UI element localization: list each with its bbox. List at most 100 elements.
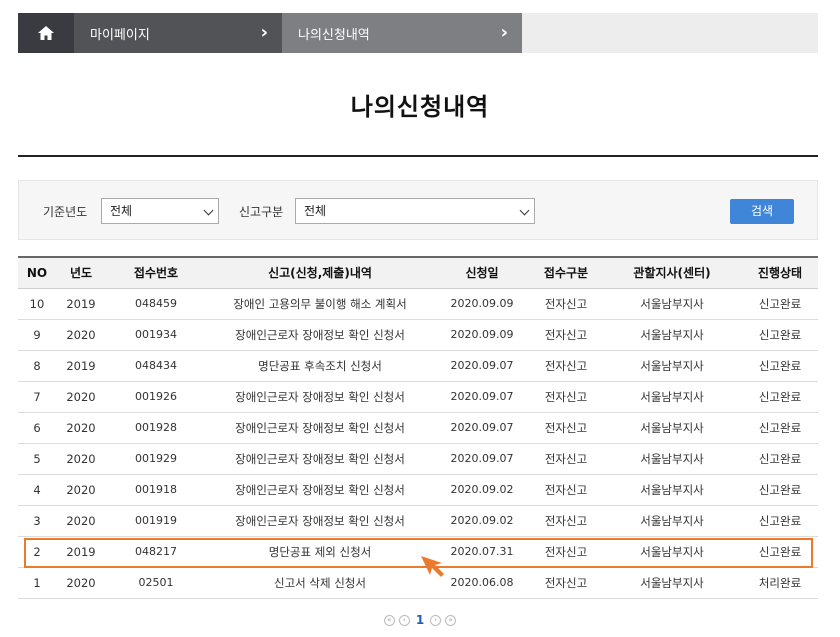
cell-year: 2019	[56, 288, 106, 320]
cell-apply-date: 2020.09.07	[434, 381, 530, 413]
cell-receipt-type: 전자신고	[530, 536, 602, 568]
cell-description[interactable]: 장애인근로자 장애정보 확인 신청서	[206, 381, 434, 413]
applications-table: NO 년도 접수번호 신고(신청,제출)내역 신청일 접수구분 관할지사(센터)…	[18, 256, 818, 599]
column-header-apply-date: 신청일	[434, 257, 530, 289]
table-row[interactable]: 7 2020 001926 장애인근로자 장애정보 확인 신청서 2020.09.07 전…	[18, 381, 818, 413]
page-title: 나의신청내역	[350, 93, 490, 121]
report-type-label: 신고구분	[239, 205, 284, 219]
pointer-arrow-icon	[421, 556, 444, 577]
cell-description[interactable]: 장애인근로자 장애정보 확인 신청서	[206, 505, 434, 537]
cell-description[interactable]: 장애인근로자 장애정보 확인 신청서	[206, 443, 434, 475]
breadcrumb-item-mypage[interactable]: 마이페이지 ›	[74, 13, 282, 53]
cell-receipt-type: 전자신고	[530, 350, 602, 382]
report-type-select[interactable]: 전체	[295, 198, 535, 224]
home-icon	[38, 26, 54, 40]
cell-no: 1	[18, 567, 56, 599]
cell-receipt-type: 전자신고	[530, 474, 602, 506]
cell-receipt-no: 048459	[106, 288, 206, 320]
cell-apply-date: 2020.09.07	[434, 443, 530, 475]
last-page-icon[interactable]: »	[445, 614, 457, 626]
table-row[interactable]: 3 2020 001919 장애인근로자 장애정보 확인 신청서 2020.09.02 전…	[18, 505, 818, 537]
cell-receipt-no: 001919	[106, 505, 206, 537]
cell-status: 신고완료	[742, 350, 818, 382]
cell-year: 2020	[56, 412, 106, 444]
cell-description[interactable]: 신고서 삭제 신청서	[206, 567, 434, 599]
cell-year: 2020	[56, 443, 106, 475]
cell-branch: 서울남부지사	[602, 443, 742, 475]
cell-branch: 서울남부지사	[602, 319, 742, 351]
breadcrumb: 마이페이지 › 나의신청내역 ›	[18, 13, 818, 53]
cell-branch: 서울남부지사	[602, 412, 742, 444]
table-row[interactable]: 8 2019 048434 명단공표 후속조치 신청서 2020.09.07 전자신고 서울…	[18, 350, 818, 382]
column-header-no: NO	[18, 257, 56, 289]
cell-receipt-type: 전자신고	[530, 288, 602, 320]
report-type-select-value: 전체	[304, 204, 327, 218]
cell-status: 신고완료	[742, 536, 818, 568]
cell-no: 3	[18, 505, 56, 537]
cell-branch: 서울남부지사	[602, 288, 742, 320]
year-select[interactable]: 전체	[101, 198, 219, 224]
table-row[interactable]: 10 2019 048459 장애인 고용의무 불이행 해소 계획서 2020.09.0…	[18, 288, 818, 320]
cell-apply-date: 2020.09.02	[434, 505, 530, 537]
cell-status: 신고완료	[742, 474, 818, 506]
cell-branch: 서울남부지사	[602, 474, 742, 506]
breadcrumb-home[interactable]	[18, 13, 74, 53]
search-button[interactable]: 검색	[730, 199, 794, 224]
cell-receipt-type: 전자신고	[530, 381, 602, 413]
cell-description[interactable]: 장애인근로자 장애정보 확인 신청서	[206, 319, 434, 351]
cell-branch: 서울남부지사	[602, 350, 742, 382]
cell-receipt-type: 전자신고	[530, 567, 602, 599]
cell-branch: 서울남부지사	[602, 536, 742, 568]
cell-receipt-type: 전자신고	[530, 505, 602, 537]
cell-status: 신고완료	[742, 412, 818, 444]
year-select-value: 전체	[110, 204, 133, 218]
cell-no: 7	[18, 381, 56, 413]
column-header-branch: 관할지사(센터)	[602, 257, 742, 289]
cell-status: 신고완료	[742, 443, 818, 475]
cell-description[interactable]: 장애인 고용의무 불이행 해소 계획서	[206, 288, 434, 320]
cell-no: 4	[18, 474, 56, 506]
cell-apply-date: 2020.07.31	[434, 536, 530, 568]
column-header-receipt-type: 접수구분	[530, 257, 602, 289]
cell-apply-date: 2020.09.07	[434, 350, 530, 382]
cell-receipt-no: 048434	[106, 350, 206, 382]
chevron-right-icon: ›	[500, 22, 508, 43]
cell-no: 6	[18, 412, 56, 444]
table-row[interactable]: 5 2020 001929 장애인근로자 장애정보 확인 신청서 2020.09.07 전…	[18, 443, 818, 475]
breadcrumb-item-my-applications[interactable]: 나의신청내역 ›	[282, 13, 522, 53]
cell-apply-date: 2020.09.09	[434, 288, 530, 320]
column-header-year: 년도	[56, 257, 106, 289]
column-header-status: 진행상태	[742, 257, 818, 289]
cell-description[interactable]: 장애인근로자 장애정보 확인 신청서	[206, 412, 434, 444]
cell-no: 2	[18, 536, 56, 568]
chevron-down-icon	[519, 205, 530, 216]
cell-status: 신고완료	[742, 319, 818, 351]
first-page-icon[interactable]: «	[383, 614, 395, 626]
cell-branch: 서울남부지사	[602, 505, 742, 537]
cell-apply-date: 2020.09.07	[434, 412, 530, 444]
table-row[interactable]: 6 2020 001928 장애인근로자 장애정보 확인 신청서 2020.09.07 전…	[18, 412, 818, 444]
table-row[interactable]: 4 2020 001918 장애인근로자 장애정보 확인 신청서 2020.09.02 전…	[18, 474, 818, 506]
cell-apply-date: 2020.09.09	[434, 319, 530, 351]
cell-year: 2019	[56, 350, 106, 382]
cell-status: 신고완료	[742, 505, 818, 537]
divider	[18, 155, 818, 157]
cell-branch: 서울남부지사	[602, 381, 742, 413]
page-number-current[interactable]: 1	[416, 613, 424, 627]
cell-receipt-no: 001926	[106, 381, 206, 413]
cell-description[interactable]: 명단공표 후속조치 신청서	[206, 350, 434, 382]
cell-receipt-type: 전자신고	[530, 319, 602, 351]
prev-page-icon[interactable]: ‹	[398, 614, 410, 626]
cell-description[interactable]: 장애인근로자 장애정보 확인 신청서	[206, 474, 434, 506]
next-page-icon[interactable]: ›	[430, 614, 442, 626]
year-label: 기준년도	[43, 205, 88, 219]
cell-year: 2020	[56, 381, 106, 413]
breadcrumb-item-label: 마이페이지	[90, 27, 150, 43]
cell-no: 9	[18, 319, 56, 351]
cell-description[interactable]: 명단공표 제외 신청서	[206, 536, 434, 568]
cell-receipt-no: 02501	[106, 567, 206, 599]
cell-no: 10	[18, 288, 56, 320]
cell-status: 신고완료	[742, 381, 818, 413]
cell-receipt-no: 048217	[106, 536, 206, 568]
table-row[interactable]: 9 2020 001934 장애인근로자 장애정보 확인 신청서 2020.09.09 전…	[18, 319, 818, 351]
